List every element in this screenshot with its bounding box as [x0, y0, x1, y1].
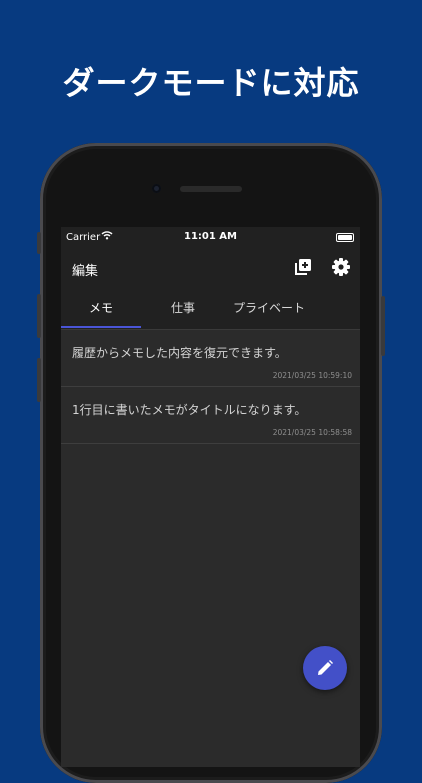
- add-folder-icon[interactable]: [293, 257, 313, 277]
- tab-indicator: [61, 326, 141, 328]
- status-bar: Carrier 11:01 AM: [61, 227, 360, 247]
- battery-icon: [336, 233, 354, 242]
- app-bar: 編集: [61, 247, 360, 289]
- tab-private[interactable]: プライベート: [229, 289, 309, 327]
- volume-up-button: [37, 294, 41, 338]
- memo-date: 2021/03/25 10:59:10: [272, 371, 352, 380]
- front-camera: [152, 184, 161, 193]
- gear-icon[interactable]: [331, 257, 351, 277]
- headline: ダークモードに対応: [62, 64, 360, 102]
- memo-list-item[interactable]: 1行目に書いたメモがタイトルになります。 2021/03/25 10:58:58: [61, 387, 360, 444]
- pencil-icon: [318, 660, 333, 675]
- memo-title: 1行目に書いたメモがタイトルになります。: [72, 403, 307, 417]
- compose-button[interactable]: [303, 646, 347, 690]
- earpiece-speaker: [180, 186, 242, 192]
- memo-title: 履歴からメモした内容を復元できます。: [72, 346, 287, 360]
- power-button: [381, 296, 385, 356]
- tab-work[interactable]: 仕事: [143, 289, 223, 327]
- edit-button[interactable]: 編集: [72, 260, 98, 279]
- tab-bar: メモ 仕事 プライベート: [61, 289, 360, 330]
- tab-memo[interactable]: メモ: [61, 289, 141, 327]
- memo-list-item[interactable]: 履歴からメモした内容を復元できます。 2021/03/25 10:59:10: [61, 330, 360, 387]
- memo-date: 2021/03/25 10:58:58: [272, 428, 352, 437]
- volume-down-button: [37, 358, 41, 402]
- clock: 11:01 AM: [183, 231, 237, 242]
- mute-switch: [37, 232, 41, 254]
- app-screen: Carrier 11:01 AM 編集 メモ 仕事 プライベート 履歴からメモし…: [61, 227, 360, 767]
